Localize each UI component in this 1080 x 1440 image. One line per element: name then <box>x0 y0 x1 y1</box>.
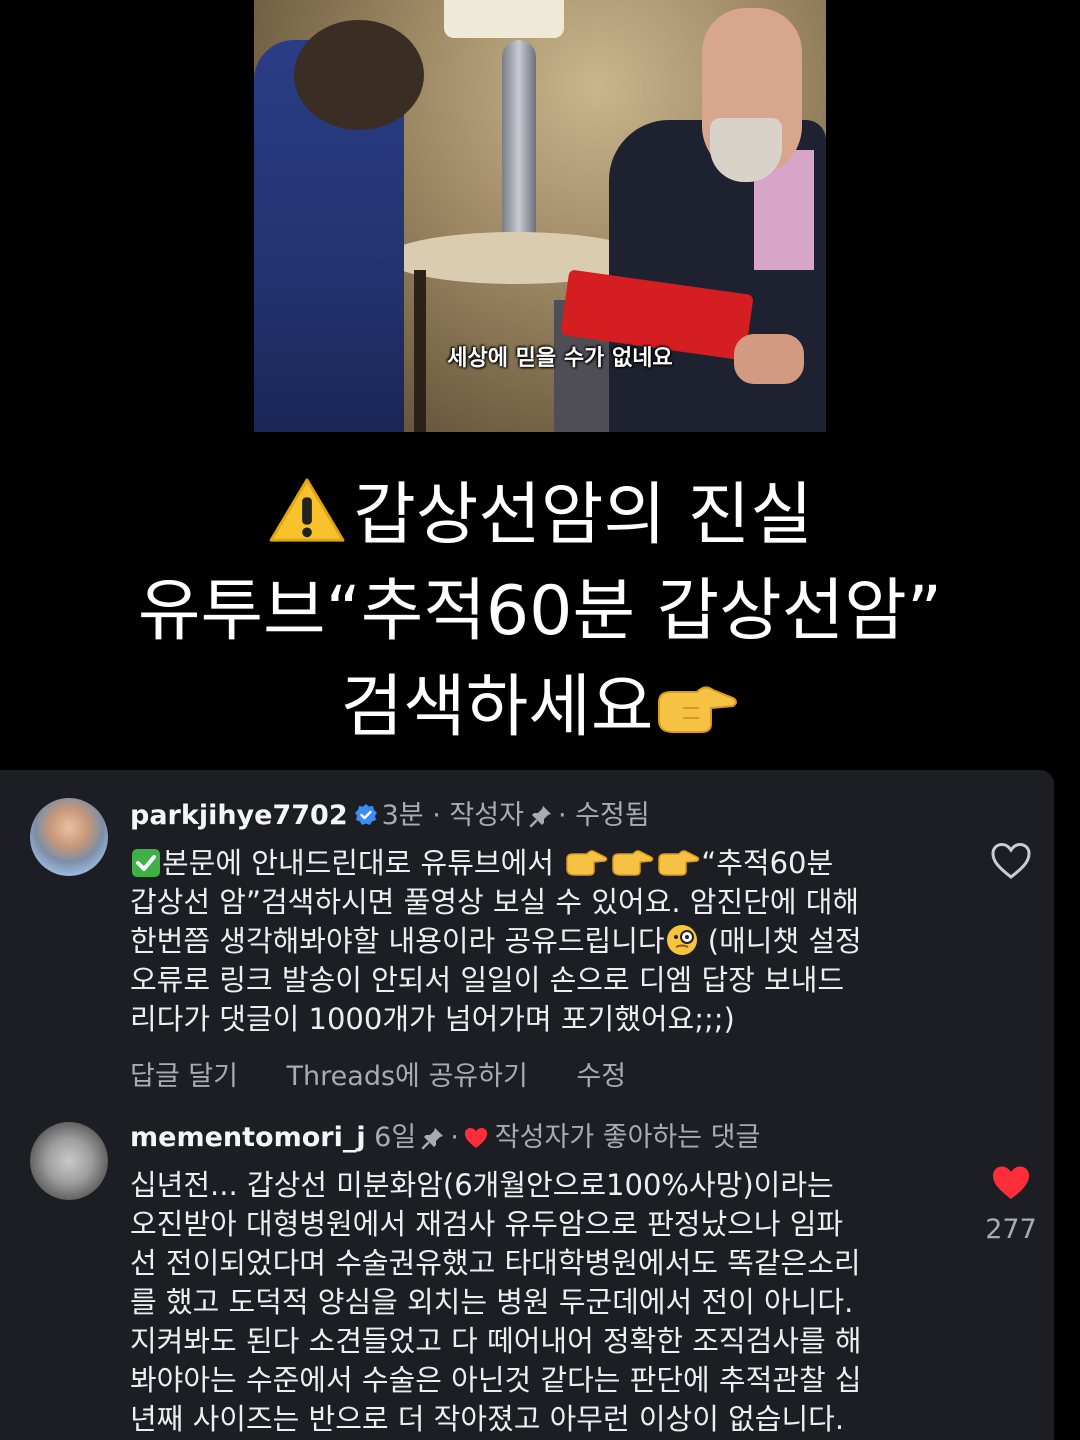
comments-panel: parkjihye7702 3분 · 작성자 · 수정됨 본문에 안내드린대로 유튜… <box>0 770 1054 1440</box>
warning-emoji-icon <box>269 478 345 542</box>
video-frame[interactable]: 세상에 믿을 수가 없네요 <box>254 0 826 432</box>
comment-time: 3분 <box>381 800 424 831</box>
username[interactable]: parkjihye7702 <box>130 800 348 831</box>
comment-text: 본문에 안내드린대로 유튜브에서 <box>162 846 564 880</box>
like-column: 277 <box>970 1164 1052 1245</box>
headline: 갑상선암의 진실 유투브“추적60분 갑상선암” 검색하세요 <box>0 468 1080 756</box>
heart-outline-icon[interactable] <box>990 842 1032 880</box>
comment-meta: parkjihye7702 3분 · 작성자 · 수정됨 <box>130 796 650 836</box>
face-with-monocle-icon <box>666 925 697 955</box>
liked-by-author-label: 작성자가 좋아하는 댓글 <box>494 1122 761 1153</box>
headline-text-3: 검색하세요 <box>340 668 654 747</box>
comment-meta: mementomori_j 6일 · 작성자가 좋아하는 댓글 <box>130 1118 760 1158</box>
avatar[interactable] <box>30 798 108 876</box>
video-subtitle: 세상에 믿을 수가 없네요 <box>447 346 673 371</box>
pointing-right-emoji-icon <box>658 686 738 733</box>
lamp-shade <box>444 0 564 38</box>
like-column <box>970 842 1052 884</box>
headline-text-1: 갑상선암의 진실 <box>353 476 813 555</box>
interviewer-body <box>254 20 424 432</box>
headline-line-3: 검색하세요 <box>0 660 1080 756</box>
separator-dot: · <box>557 800 567 831</box>
comment-body: 본문에 안내드린대로 유튜브에서 “추적60분 갑상선 암”검색하시면 풀영상 … <box>130 844 950 1039</box>
heart-filled-icon[interactable] <box>990 1164 1032 1202</box>
separator-dot: · <box>450 1122 459 1153</box>
comment-line-1: 본문에 안내드린대로 유튜브에서 “추적60분 <box>130 846 833 880</box>
username[interactable]: mementomori_j <box>130 1122 366 1153</box>
avatar[interactable] <box>30 1122 108 1200</box>
pin-icon <box>421 1128 444 1150</box>
share-threads-button[interactable]: Threads에 공유하기 <box>287 1061 528 1092</box>
comment-text: 한번쯤 생각해봐야할 내용이라 공유드립니다 <box>130 924 665 958</box>
comment-text: “추적60분 <box>701 846 834 880</box>
comment-text: (매니챗 설정 <box>698 924 862 958</box>
edited-label: 수정됨 <box>575 800 650 831</box>
comment-line-2: 갑상선 암”검색하시면 풀영상 보실 수 있어요. 암진단에 대해 <box>130 885 860 919</box>
author-label: 작성자 <box>449 800 524 831</box>
pointing-right-icon <box>566 850 700 876</box>
comment-line-4: 오류로 링크 발송이 안되서 일일이 손으로 디엠 답장 보내드 <box>130 963 845 997</box>
reply-button[interactable]: 답글 달기 <box>130 1061 238 1092</box>
comment-line-3: 한번쯤 생각해봐야할 내용이라 공유드립니다 (매니챗 설정 <box>130 924 862 958</box>
doctor-beard <box>710 118 782 182</box>
headline-line-1: 갑상선암의 진실 <box>0 468 1080 564</box>
heart-filled-small-icon <box>464 1128 487 1148</box>
comment-line-5: 리다가 댓글이 1000개가 넘어가며 포기했어요;;;) <box>130 1002 735 1036</box>
lamp-base <box>502 40 536 240</box>
interviewer-head <box>294 20 424 130</box>
check-mark-button-icon <box>132 849 160 877</box>
like-count: 277 <box>985 1214 1037 1245</box>
comment-time: 6일 <box>374 1122 417 1153</box>
comment-body: 십년전... 갑상선 미분화암(6개월안으로100%사망)이라는 오진받아 대형… <box>130 1168 862 1436</box>
edit-button[interactable]: 수정 <box>576 1061 626 1092</box>
separator-dot: · <box>432 800 441 831</box>
headline-line-2: 유투브“추적60분 갑상선암” <box>137 572 943 651</box>
comment-actions: 답글 달기 Threads에 공유하기 수정 <box>130 1054 666 1093</box>
verified-badge-icon <box>354 804 377 825</box>
pin-icon <box>529 806 551 828</box>
screenshot-page: 세상에 믿을 수가 없네요 갑상선암의 진실 유투브“추적60분 갑상선암” 검… <box>0 0 1080 1440</box>
